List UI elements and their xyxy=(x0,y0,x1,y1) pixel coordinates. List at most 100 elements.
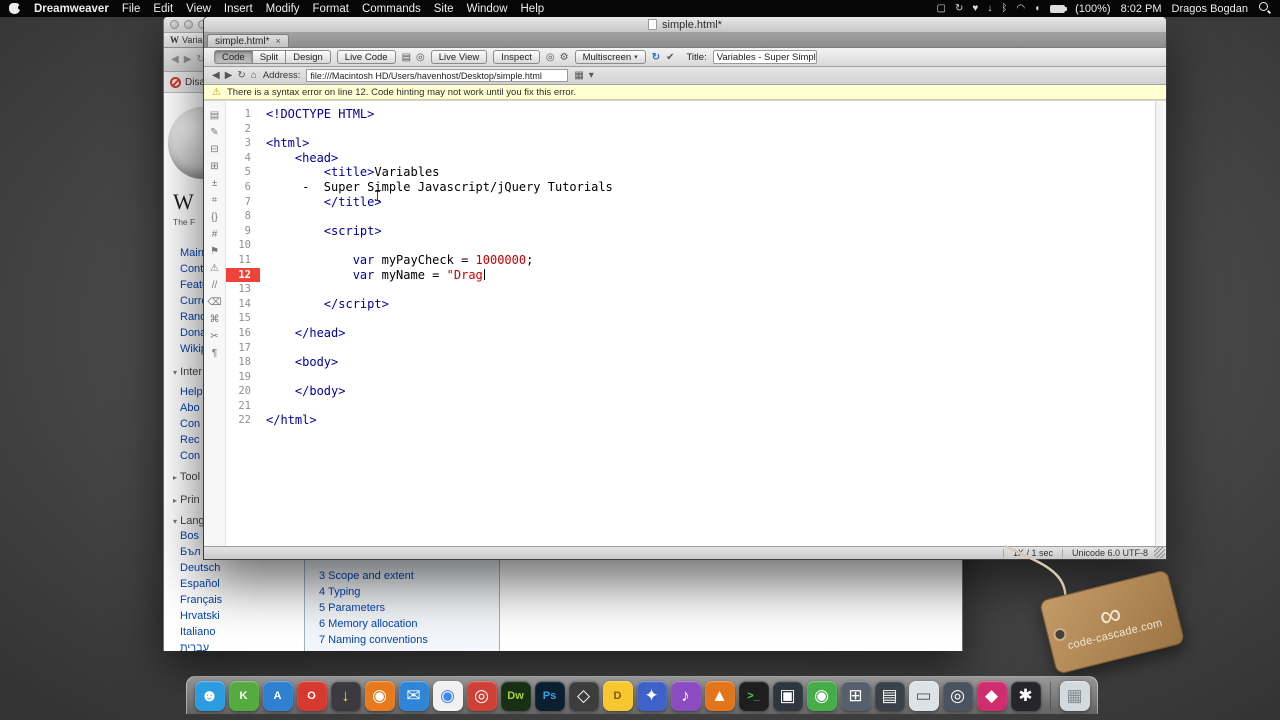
code-area[interactable]: 1 <!DOCTYPE HTML> 2 3 <html> 4 <head> 5 <title… xyxy=(226,101,1155,546)
file-management-icon[interactable]: ▦ xyxy=(574,70,583,81)
live-code-button[interactable]: Live Code xyxy=(336,50,396,64)
volume-icon[interactable]: ◖ xyxy=(1034,3,1040,14)
forward-icon[interactable]: ▶ xyxy=(225,70,233,81)
resize-grip[interactable] xyxy=(1154,547,1165,558)
dock-quicktime-icon[interactable]: ◎ xyxy=(466,680,497,711)
dock-mail-icon[interactable]: ✉ xyxy=(398,680,429,711)
dock-inkscape-icon[interactable]: ◇ xyxy=(568,680,599,711)
menu-help[interactable]: Help xyxy=(521,3,545,15)
download-icon[interactable]: ↓ xyxy=(987,3,992,14)
code-line-1[interactable]: 1 <!DOCTYPE HTML> xyxy=(226,107,1155,122)
check-browser-compatibility-icon[interactable]: ✔ xyxy=(666,52,674,63)
minimize-button[interactable] xyxy=(184,20,193,29)
wiki-interaction-link-0[interactable]: Help xyxy=(180,384,203,400)
menu-window[interactable]: Window xyxy=(467,3,508,15)
file-status-icon[interactable]: ▤ xyxy=(402,52,411,63)
refresh-icon[interactable]: ↻ xyxy=(652,52,660,63)
wiki-language-link-2[interactable]: Deutsch xyxy=(180,560,222,576)
remove-comment-icon[interactable]: ⌫ xyxy=(207,298,221,308)
wrap-tag-icon[interactable]: ⌘ xyxy=(210,315,220,325)
dock-chrome-icon[interactable]: ◉ xyxy=(432,680,463,711)
sync-icon[interactable]: ↻ xyxy=(955,3,963,14)
forward-icon[interactable]: ▶ xyxy=(184,54,192,65)
apply-comment-icon[interactable]: // xyxy=(212,281,218,291)
preview-dropdown-icon[interactable]: ▾ xyxy=(589,70,594,81)
code-line-3[interactable]: 3 <html> xyxy=(226,136,1155,151)
display-icon[interactable]: ▢ xyxy=(937,3,946,14)
code-line-13[interactable]: 13 xyxy=(226,282,1155,297)
wiki-language-link-3[interactable]: Español xyxy=(180,576,222,592)
home-icon[interactable]: ⌂ xyxy=(251,70,257,81)
code-line-5[interactable]: 5 <title>Variables xyxy=(226,165,1155,180)
multiscreen-button[interactable]: Multiscreen ▾ xyxy=(574,50,646,64)
style-rendering-icon[interactable]: ⚙ xyxy=(560,52,569,63)
dock-dreamweaver-icon[interactable]: Dw xyxy=(500,680,531,711)
code-line-17[interactable]: 17 xyxy=(226,341,1155,356)
back-icon[interactable]: ◀ xyxy=(171,54,179,65)
wiki-toc-link-1[interactable]: 4 Typing xyxy=(319,584,428,600)
code-line-18[interactable]: 18 <body> xyxy=(226,355,1155,370)
format-source-code-icon[interactable]: ¶ xyxy=(212,349,217,359)
dock-terminal-icon[interactable]: >_ xyxy=(738,680,769,711)
preview-in-browser-icon[interactable]: ◎ xyxy=(416,52,425,63)
code-line-8[interactable]: 8 xyxy=(226,209,1155,224)
wifi-icon[interactable]: ◠ xyxy=(1016,3,1025,14)
wiki-toc-link-3[interactable]: 6 Memory allocation xyxy=(319,616,428,632)
code-line-14[interactable]: 14 </script> xyxy=(226,297,1155,312)
code-line-16[interactable]: 16 </head> xyxy=(226,326,1155,341)
code-view-button[interactable]: Code xyxy=(214,50,252,64)
code-line-15[interactable]: 15 xyxy=(226,311,1155,326)
code-line-6[interactable]: 6 - Super Simple Javascript/jQuery Tutor… xyxy=(226,180,1155,195)
dock-keepassx-icon[interactable]: K xyxy=(228,680,259,711)
user-menu[interactable]: Dragos Bogdan xyxy=(1172,3,1248,15)
wiki-toc-link-0[interactable]: 3 Scope and extent xyxy=(319,568,428,584)
menu-site[interactable]: Site xyxy=(434,3,454,15)
document-tab[interactable]: simple.html* × xyxy=(207,34,289,47)
wiki-section-toolbox[interactable]: ▸ Tool xyxy=(173,471,200,483)
dock-trash-icon[interactable]: ▦ xyxy=(1059,680,1090,711)
dock-photoshop-icon[interactable]: Ps xyxy=(534,680,565,711)
collapse-full-tag-icon[interactable]: ⊟ xyxy=(210,145,218,155)
menu-commands[interactable]: Commands xyxy=(362,3,421,15)
wiki-interaction-link-3[interactable]: Rec xyxy=(180,432,203,448)
wiki-toc-link-2[interactable]: 5 Parameters xyxy=(319,600,428,616)
wiki-language-link-7[interactable]: עברית xyxy=(180,640,222,651)
dock-pixelmator-icon[interactable]: ◆ xyxy=(976,680,1007,711)
menu-modify[interactable]: Modify xyxy=(266,3,300,15)
apple-menu-icon[interactable] xyxy=(9,2,23,15)
wiki-interaction-link-4[interactable]: Con xyxy=(180,448,203,464)
dock-transmission-icon[interactable]: ↓ xyxy=(330,680,361,711)
dock-utilities-icon[interactable]: ✱ xyxy=(1010,680,1041,711)
wiki-section-interaction[interactable]: ▾ Inter xyxy=(173,366,202,378)
heart-icon[interactable]: ♥ xyxy=(972,3,978,14)
code-line-11[interactable]: 11 var myPayCheck = 1000000; xyxy=(226,253,1155,268)
select-parent-tag-icon[interactable]: ⌗ xyxy=(212,196,218,206)
inspect-button[interactable]: Inspect xyxy=(493,50,540,64)
dock-notes-icon[interactable]: ▭ xyxy=(908,680,939,711)
line-numbers-icon[interactable]: # xyxy=(212,230,218,240)
code-line-10[interactable]: 10 xyxy=(226,238,1155,253)
scrollbar[interactable] xyxy=(1155,101,1166,546)
dock-photo-booth-icon[interactable]: ◎ xyxy=(942,680,973,711)
wiki-toc-link-4[interactable]: 7 Naming conventions xyxy=(319,632,428,648)
dock-app-store-icon[interactable]: A xyxy=(262,680,293,711)
wiki-interaction-link-1[interactable]: Abo xyxy=(180,400,203,416)
dock-virtualbox-icon[interactable]: ▣ xyxy=(772,680,803,711)
dock-calculator-icon[interactable]: ⊞ xyxy=(840,680,871,711)
wiki-section-languages[interactable]: ▾ Lang xyxy=(173,515,205,527)
syntax-error-alerts-icon[interactable]: ⚠ xyxy=(210,264,219,274)
split-view-button[interactable]: Split xyxy=(251,50,286,64)
document-title-field[interactable]: Variables - Super Simple xyxy=(712,50,817,64)
spotlight-icon[interactable] xyxy=(1258,2,1271,15)
app-menu-dreamweaver[interactable]: Dreamweaver xyxy=(34,3,109,15)
wiki-language-link-4[interactable]: Français xyxy=(180,592,222,608)
dock-vlc-icon[interactable]: ▲ xyxy=(704,680,735,711)
dock-itunes-icon[interactable]: ♪ xyxy=(670,680,701,711)
dock-opera-icon[interactable]: O xyxy=(296,680,327,711)
bluetooth-icon[interactable]: ᛒ xyxy=(1001,3,1007,14)
code-line-21[interactable]: 21 xyxy=(226,399,1155,414)
close-tab-icon[interactable]: × xyxy=(275,36,280,46)
dock-vuze-icon[interactable]: ◉ xyxy=(806,680,837,711)
menu-edit[interactable]: Edit xyxy=(153,3,173,15)
code-line-22[interactable]: 22 </html> xyxy=(226,413,1155,428)
